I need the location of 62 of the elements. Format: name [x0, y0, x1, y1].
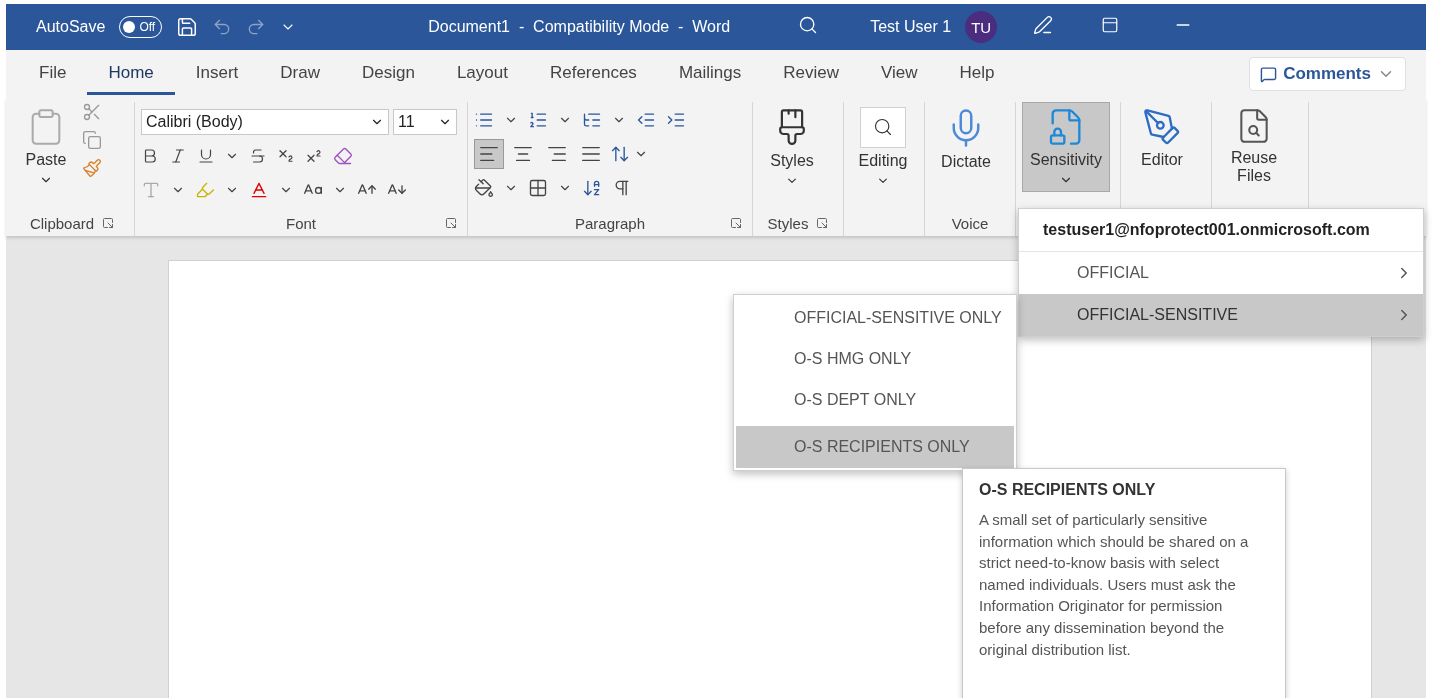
sensitivity-button[interactable]: Sensitivity: [1022, 102, 1110, 192]
menu-item[interactable]: OFFICIAL: [1019, 252, 1423, 294]
strikethrough-icon[interactable]: [249, 147, 267, 165]
ribbon-tab[interactable]: Help: [938, 53, 1016, 95]
group-label: Styles: [767, 214, 809, 232]
line-spacing-icon[interactable]: [610, 144, 630, 164]
dialog-launcher-icon[interactable]: [730, 217, 742, 229]
window-title: Document1 - Compatibility Mode - Word: [428, 18, 731, 36]
search-icon[interactable]: [798, 15, 819, 35]
menu-item[interactable]: OFFICIAL-SENSITIVE: [1019, 294, 1423, 336]
ribbon-tab[interactable]: References: [528, 53, 658, 95]
ribbon-tab[interactable]: Layout: [435, 53, 529, 95]
user-name: Test User 1: [870, 18, 952, 36]
pen-icon[interactable]: [1033, 15, 1054, 35]
paste-button[interactable]: Paste: [16, 102, 76, 192]
cut-icon[interactable]: [82, 102, 102, 122]
ribbon-tab[interactable]: Insert: [174, 53, 260, 95]
font-name-field[interactable]: Calibri (Body): [141, 109, 389, 135]
italic-icon[interactable]: [169, 147, 187, 165]
group-label: Paragraph: [574, 214, 646, 232]
pen-icon: [1142, 107, 1182, 147]
comments-button[interactable]: Comments: [1249, 57, 1406, 91]
editing-button[interactable]: Editing: [850, 102, 916, 192]
dialog-launcher-icon[interactable]: [102, 217, 115, 229]
clear-formatting-icon[interactable]: [333, 146, 353, 166]
editor-button[interactable]: Editor: [1127, 102, 1197, 192]
copy-icon[interactable]: [82, 130, 102, 150]
format-painter-icon[interactable]: [82, 158, 102, 178]
comment-icon: [1260, 65, 1278, 83]
group-label: Clipboard: [29, 214, 95, 232]
ribbon-tab[interactable]: View: [860, 53, 939, 95]
superscript-icon[interactable]: [305, 147, 323, 165]
dictate-button[interactable]: Dictate: [931, 102, 1001, 192]
menu-item[interactable]: O-S RECIPIENTS ONLY: [736, 426, 1014, 468]
group-label: Voice: [951, 214, 989, 232]
dialog-launcher-icon[interactable]: [445, 217, 457, 229]
styles-button[interactable]: Styles: [759, 102, 825, 192]
underline-icon[interactable]: [197, 147, 215, 165]
align-button[interactable]: [474, 139, 504, 169]
ribbon-tab[interactable]: File: [18, 53, 88, 95]
borders-icon[interactable]: [528, 178, 548, 198]
ribbon-tab[interactable]: Mailings: [657, 53, 763, 95]
autosave-label: AutoSave: [36, 18, 106, 36]
ribbon-display-icon[interactable]: [1101, 16, 1120, 34]
numbering-icon[interactable]: [528, 110, 548, 130]
group-label: Font: [286, 214, 316, 232]
search-icon: [873, 117, 893, 138]
reuse-files-button[interactable]: Reuse Files: [1218, 102, 1290, 202]
tooltip-title: O-S RECIPIENTS ONLY: [979, 481, 1157, 499]
subscript-icon[interactable]: [277, 147, 295, 165]
dialog-launcher-icon[interactable]: [816, 217, 829, 229]
shading-icon[interactable]: [474, 178, 494, 198]
tooltip-text: A small set of particularly sensitive information which should be shared on a strict need-to-know basis with select named individuals. Users must ask the Information Originator for permission before any dissemination beyond the original distribution list.: [979, 510, 1250, 660]
save-icon[interactable]: [176, 16, 199, 38]
ribbon-tab[interactable]: Review: [762, 53, 860, 95]
font-size-field[interactable]: 11: [393, 109, 457, 135]
font-color-icon[interactable]: [249, 180, 269, 200]
ribbon-tab[interactable]: Design: [340, 53, 436, 95]
ribbon-tab[interactable]: Home: [87, 53, 175, 95]
sort-icon[interactable]: [582, 178, 602, 198]
user-avatar[interactable]: TU: [965, 11, 998, 43]
ribbon-tab[interactable]: Draw: [259, 53, 341, 95]
